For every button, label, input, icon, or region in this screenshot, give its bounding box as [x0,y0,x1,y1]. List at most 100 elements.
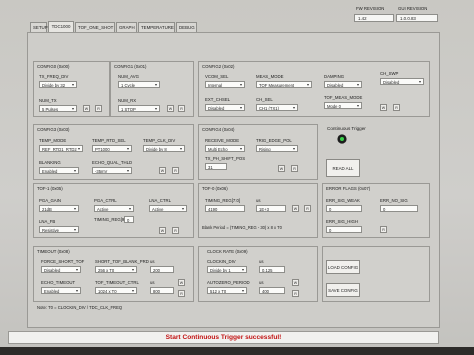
ext-chsel-label: EXT_CHSEL [205,97,231,102]
timing-reg-high-input[interactable]: 0 [124,216,134,223]
tx-freq-div-select[interactable]: Divide by 32 [39,81,77,88]
tof1-write-button[interactable]: W [159,227,166,234]
read-all-button[interactable]: READ ALL [326,159,360,177]
tof0-read-button[interactable]: R [304,205,311,212]
tx-ph-shift-pos-label: TX_PH_SHIFT_POS [205,156,246,161]
trig-edge-pol-select[interactable]: Rising [256,145,298,152]
autozero-period-select[interactable]: 512 x T0 [207,287,247,294]
num-avg-select[interactable]: 1 Cycle [118,81,160,88]
timeout-us-value-1: 200 [150,266,174,273]
tab-tof-one-shot[interactable]: TOF_ONE_SHOT [75,22,115,32]
tof-meas-mode-select[interactable]: Mode 0 [324,102,362,109]
echo-qual-thld-select[interactable]: -35mV [92,167,132,174]
damping-select[interactable]: Disabled [324,81,362,88]
save-config-button[interactable]: SAVE CONFIG [326,283,360,297]
toggle-knob-icon [337,134,347,144]
clock-us-label-2: us [259,280,264,285]
short-tof-blank-period-label: SHORT_TOF_BLANK_PRD [95,259,149,264]
status-message: Start Continuous Trigger successful! [8,331,439,344]
temp-rtd-sel-label: TEMP_RTD_SEL [92,138,126,143]
clock-rate-write-button[interactable]: W [292,279,299,286]
num-rx-select[interactable]: 1 STOP [118,105,160,112]
clock-rate-read-button[interactable]: R [292,290,299,297]
tx-ph-shift-pos-input[interactable]: 31 [205,163,227,170]
config4-write-button[interactable]: W [278,165,285,172]
tab-setup[interactable]: SETUP [30,22,48,32]
echo-qual-thld-label: ECHO_QUAL_THLD [92,160,133,165]
tab-graph[interactable]: GRAPH [116,22,137,32]
pga-ctrl-select[interactable]: Active [94,205,134,212]
config0-title: CONFIG0 (0x00) [37,64,70,69]
fw-revision-value: 1.42 [354,14,394,22]
err-sig-high-label: ERR_SIG_HIGH [326,219,358,224]
clockin-div-label: CLOCKIN_DIV [207,259,236,264]
config3-read-button[interactable]: R [172,167,179,174]
config0-read-button[interactable]: R [95,105,102,112]
continuous-trigger-toggle[interactable] [336,133,348,145]
num-rx-label: NUM_RX [118,98,137,103]
err-sig-weak-value: 0 [326,205,362,212]
config1-read-button[interactable]: R [178,105,185,112]
echo-timeout-select[interactable]: Enabled [41,287,81,294]
tof-timeout-ctrl-select[interactable]: 1024 x T0 [95,287,137,294]
tab-debug[interactable]: DEBUG [176,22,197,32]
meas-mode-select[interactable]: TOF Measurement [256,81,312,88]
timeout-read-button[interactable]: R [178,290,185,297]
tab-tdc1000[interactable]: TDC1000 [48,21,74,32]
timing-reg-low-input[interactable]: 4190 [205,205,245,212]
config3-write-button[interactable]: W [159,167,166,174]
tof1-read-button[interactable]: R [172,227,179,234]
timeout-write-button[interactable]: W [178,279,185,286]
config4-title: CONFIG4 (0x04) [202,127,235,132]
temp-clk-div-label: TEMP_CLK_DIV [143,138,176,143]
clock-rate-title: CLOCK RATE (0x09) [207,249,248,254]
tof0-us-label: us [256,198,261,203]
error-flags-read-button[interactable]: R [380,226,387,233]
receive-mode-select[interactable]: Multi Echo [205,145,245,152]
force-short-tof-select[interactable]: Disabled [41,266,81,273]
clockin-div-select[interactable]: Divide by 1 [207,266,247,273]
damping-label: DAMPING [324,74,345,79]
config1-write-button[interactable]: W [167,105,174,112]
ext-chsel-select[interactable]: Disabled [205,104,245,111]
num-tx-select[interactable]: 5 Pulses [39,105,77,112]
footnote: Note: T0 = CLOCKIN_DIV / TDC_CLK_FREQ [37,305,123,310]
autozero-period-label: AUTOZERO_PERIOD [207,280,250,285]
lna-ctrl-label: LNA_CTRL [149,198,171,203]
temp-clk-div-select[interactable]: Divide by 8 [143,145,185,152]
receive-mode-label: RECEIVE_MODE [205,138,240,143]
config4-read-button[interactable]: R [291,165,298,172]
config0-write-button[interactable]: W [83,105,90,112]
load-config-button[interactable]: LOAD CONFIG [326,260,360,274]
num-avg-label: NUM_AVG [118,74,139,79]
temp-rtd-sel-select[interactable]: PT1000 [92,145,132,152]
vcom-sel-select[interactable]: Internal [205,81,245,88]
num-tx-label: NUM_TX [39,98,57,103]
ch-swp-select[interactable]: Disabled [380,78,424,85]
trig-edge-pol-label: TRIG_EDGE_POL [256,138,292,143]
timeout-title: TIMEOUT (0x08) [37,249,70,254]
temp-mode-label: TEMP_MODE [39,138,67,143]
config2-read-button[interactable]: R [393,104,400,111]
err-sig-weak-label: ERR_SIG_WEAK [326,198,360,203]
lna-ctrl-select[interactable]: Active [149,205,187,212]
err-no-sig-label: ERR_NO_SIG [380,198,408,203]
clock-us-value-1: 0.125 [259,266,285,273]
pga-gain-select[interactable]: 21dB [39,205,79,212]
gui-revision-label: GUI REVISION [398,6,428,11]
timeout-us-value-2: 800 [150,287,174,294]
meas-mode-label: MEAS_MODE [256,74,284,79]
tab-temperature[interactable]: TEMPERATURE [138,22,175,32]
temp-mode-select[interactable]: REF_RTD1_RTD2 [39,145,83,152]
config2-write-button[interactable]: W [380,104,387,111]
tof0-us-value: 1E+3 [256,205,286,212]
tof1-title: TOF-1 (0x05) [37,186,63,191]
tof0-write-button[interactable]: W [292,205,299,212]
pga-ctrl-label: PGA_CTRL [94,198,117,203]
ch-sel-select[interactable]: CH1 (TX1) [256,104,298,111]
short-tof-blank-period-select[interactable]: 256 x T0 [95,266,137,273]
blanking-label: BLANKING [39,160,61,165]
blanking-select[interactable]: Enabled [39,167,79,174]
gui-revision-value: 1.0.0.83 [396,14,438,22]
lna-fb-select[interactable]: Resistive [39,226,79,233]
